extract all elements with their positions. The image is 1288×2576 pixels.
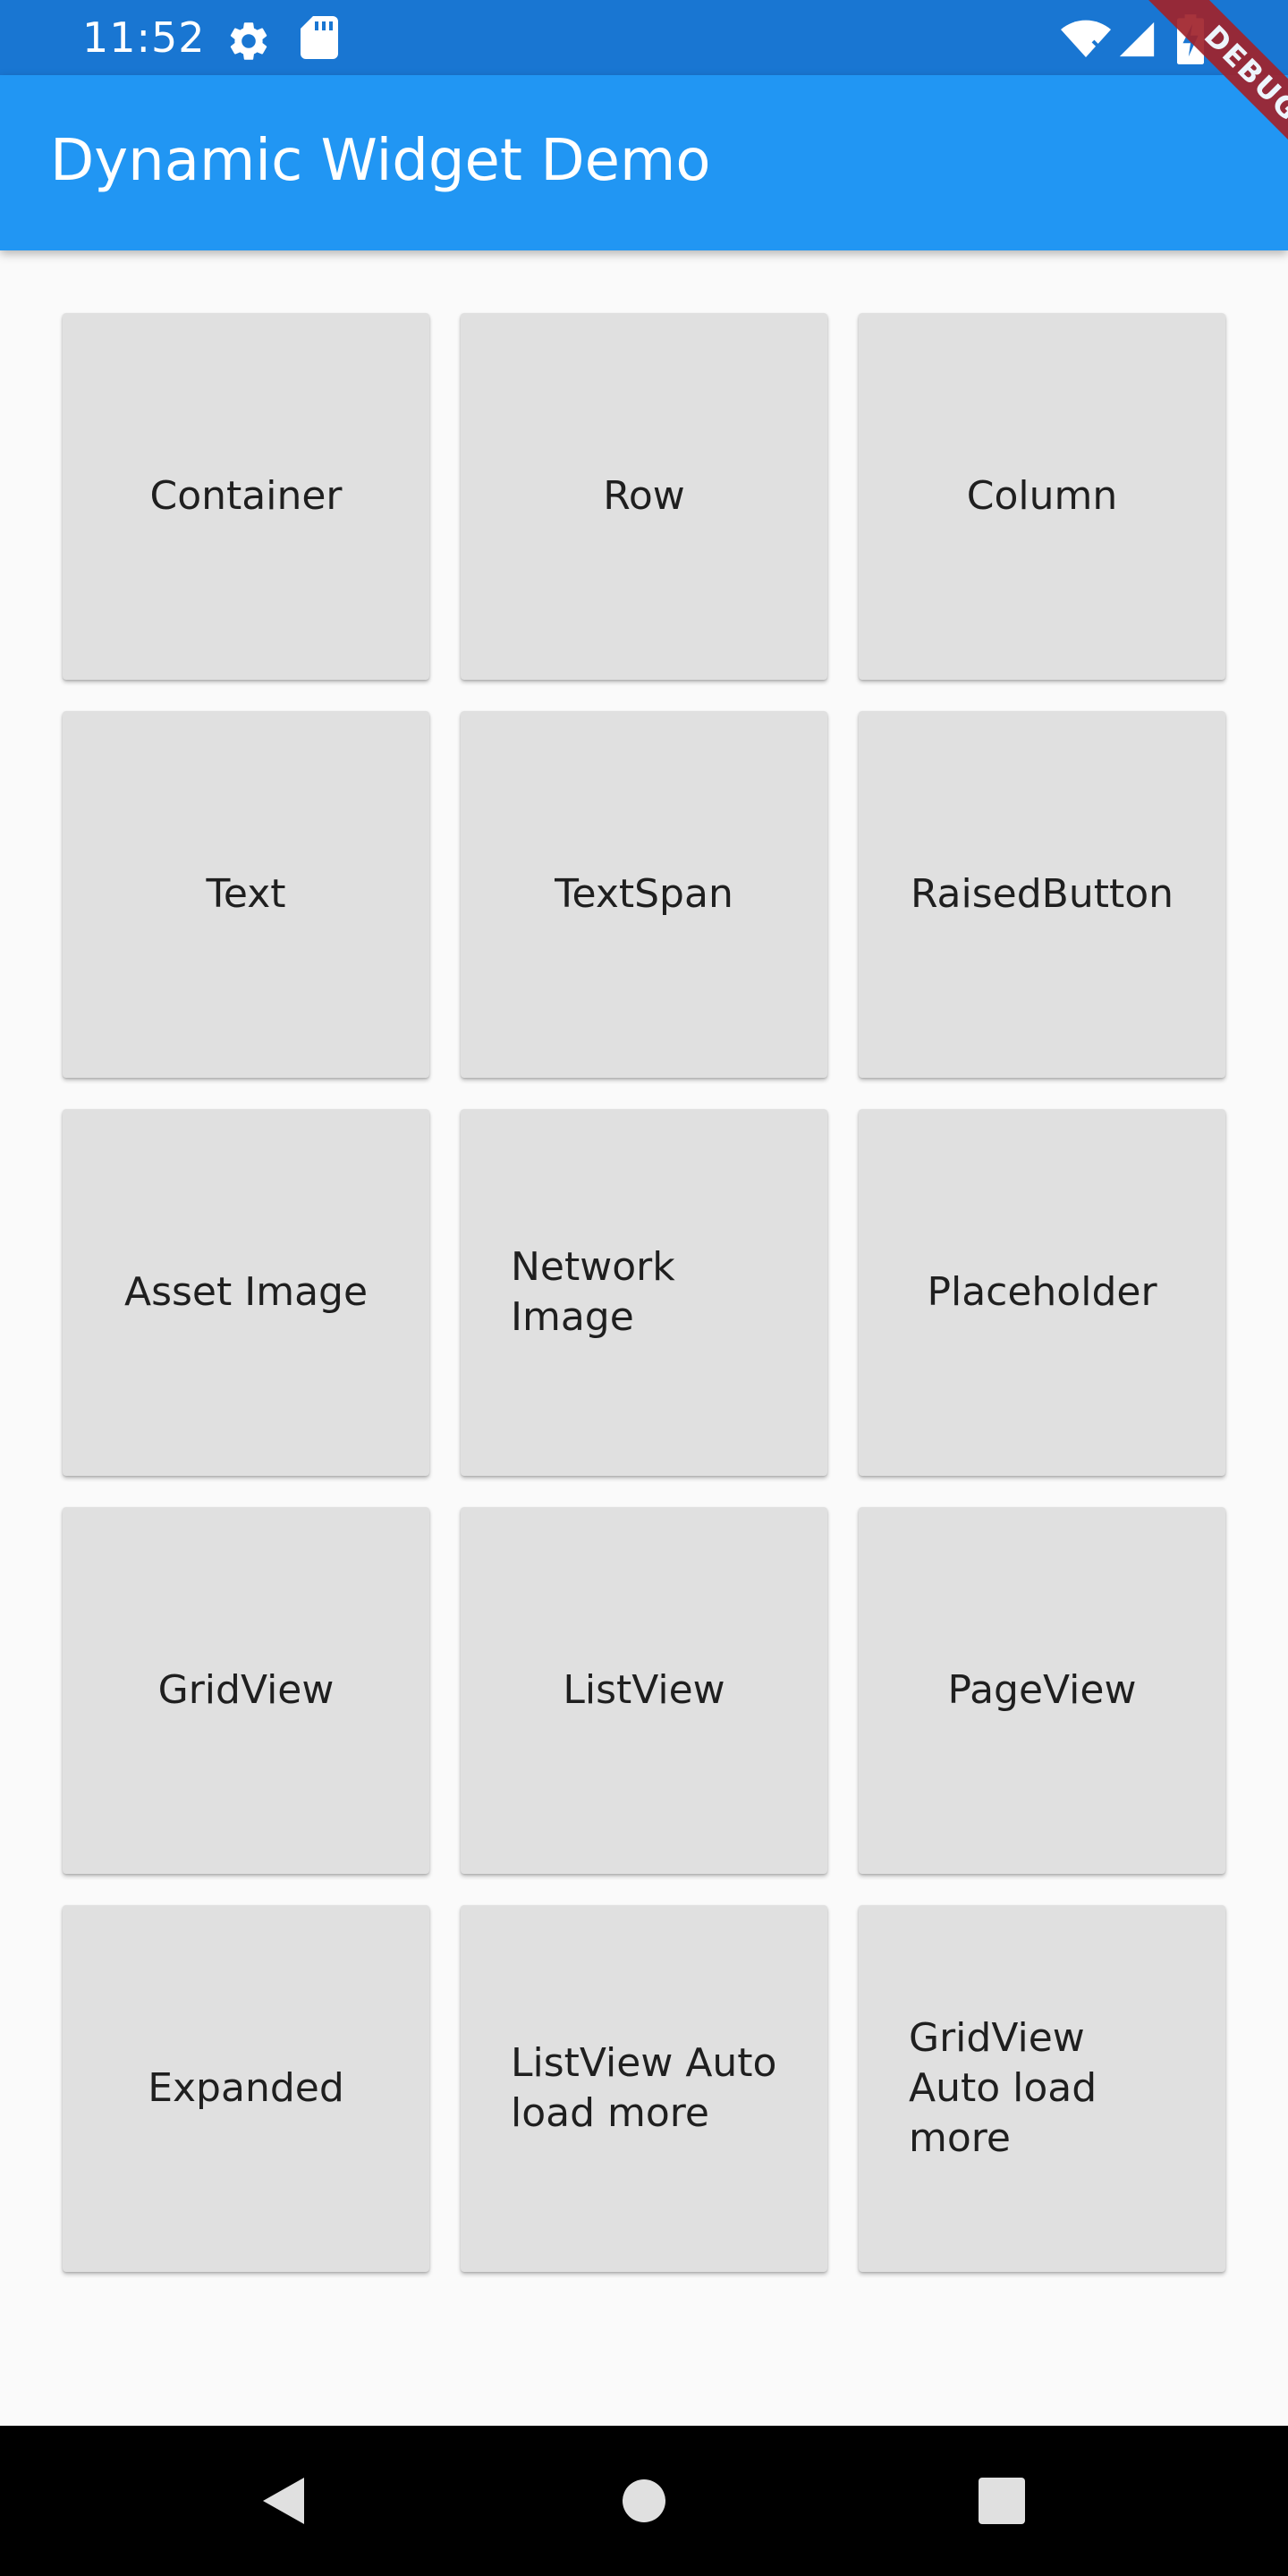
tile-text[interactable]: Text [63, 711, 429, 1078]
tile-gridview[interactable]: GridView [63, 1507, 429, 1874]
tile-label: Row [603, 473, 685, 519]
tile-row[interactable]: Row [461, 313, 827, 680]
tile-label: Column [966, 473, 1118, 519]
tile-label: Network Image [511, 1244, 675, 1340]
tile-label: Container [149, 473, 343, 519]
tile-network-image[interactable]: Network Image [461, 1109, 827, 1476]
gear-icon [230, 22, 267, 60]
app-bar: Dynamic Widget Demo [0, 75, 1288, 250]
tile-label: PageView [947, 1667, 1137, 1713]
status-bar: 11:52 [0, 0, 1288, 75]
tile-expanded[interactable]: Expanded [63, 1905, 429, 2272]
tile-label: Placeholder [927, 1269, 1157, 1315]
tile-textspan[interactable]: TextSpan [461, 711, 827, 1078]
tile-gridview-auto-load-more[interactable]: GridView Auto load more [859, 1905, 1225, 2272]
home-circle-icon[interactable] [608, 2465, 680, 2537]
page-title: Dynamic Widget Demo [50, 128, 711, 194]
cell-signal-icon [1119, 21, 1155, 57]
tile-label: RaisedButton [910, 871, 1174, 917]
tile-listview-auto-load-more[interactable]: ListView Auto load more [461, 1905, 827, 2272]
wifi-icon [1061, 20, 1111, 57]
tile-label: Expanded [148, 2065, 344, 2111]
tile-placeholder[interactable]: Placeholder [859, 1109, 1225, 1476]
tile-label: GridView Auto load more [909, 2015, 1097, 2161]
tile-raisedbutton[interactable]: RaisedButton [859, 711, 1225, 1078]
tile-asset-image[interactable]: Asset Image [63, 1109, 429, 1476]
battery-charging-icon [1177, 14, 1204, 64]
sd-card-icon [301, 16, 338, 59]
tile-label: Asset Image [123, 1269, 369, 1315]
tile-container[interactable]: Container [63, 313, 429, 680]
tile-label: GridView [157, 1667, 335, 1713]
widget-grid: Container Row Column Text TextSpan Raise… [63, 313, 1225, 2272]
tile-listview[interactable]: ListView [461, 1507, 827, 1874]
tile-label: ListView Auto load more [511, 2040, 777, 2136]
tile-label: ListView [563, 1667, 725, 1713]
tile-label: TextSpan [555, 871, 733, 917]
tile-pageview[interactable]: PageView [859, 1507, 1225, 1874]
back-triangle-icon[interactable] [250, 2465, 322, 2537]
recents-square-icon[interactable] [966, 2465, 1038, 2537]
status-time: 11:52 [82, 13, 206, 62]
navigation-bar [0, 2426, 1288, 2576]
tile-label: Text [206, 871, 286, 917]
tile-column[interactable]: Column [859, 313, 1225, 680]
